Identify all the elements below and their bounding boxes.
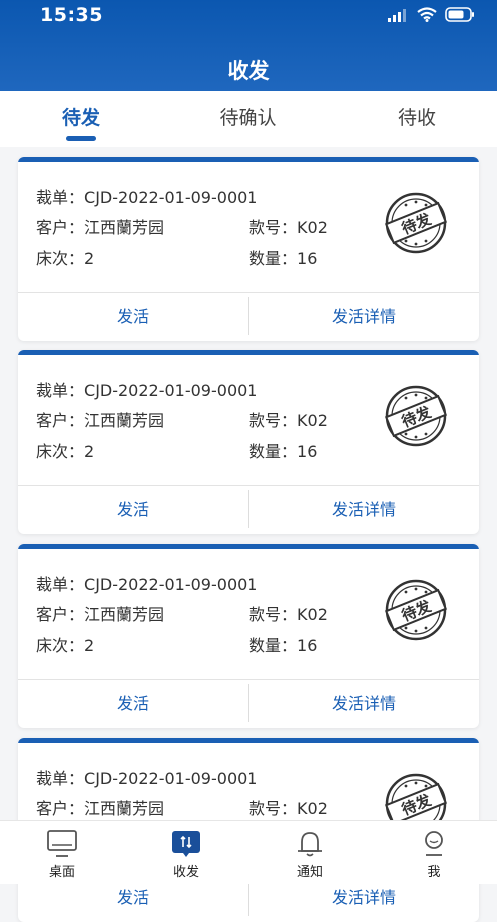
bed-no-row: 床次：2: [36, 438, 94, 462]
bed-no-value: 2: [84, 249, 95, 268]
nav-desktop[interactable]: 桌面: [12, 821, 112, 884]
bed-no-label: 床次：: [36, 636, 85, 655]
cut-order-value: CJD-2022-01-09-0001: [84, 381, 258, 400]
style-no-value: K02: [297, 799, 328, 818]
style-no-label: 款号：: [249, 218, 298, 237]
card-accent: [18, 157, 479, 162]
style-no-row: 款号：K02: [249, 407, 328, 431]
desktop-icon: [47, 830, 77, 857]
nav-notifications[interactable]: 通知: [260, 821, 360, 884]
status-time: 15:35: [40, 4, 103, 26]
card-accent: [18, 350, 479, 355]
nav-label: 我: [427, 865, 441, 880]
cut-order-value: CJD-2022-01-09-0001: [84, 188, 258, 207]
style-no-label: 款号：: [249, 411, 298, 430]
status-stamp-icon: 待发: [384, 192, 448, 254]
signal-icon: [388, 8, 406, 22]
card-accent: [18, 544, 479, 549]
send-work-button[interactable]: 发活: [18, 485, 248, 534]
quantity-row: 数量：16: [249, 245, 317, 269]
bell-icon: [298, 832, 322, 857]
nav-label: 桌面: [48, 865, 75, 880]
battery-icon: [445, 7, 474, 22]
nav-label: 收发: [172, 865, 199, 880]
bed-no-value: 2: [84, 442, 95, 461]
active-tab-indicator: [66, 136, 96, 141]
tab-pending-confirm[interactable]: 待确认: [188, 103, 308, 130]
quantity-value: 16: [297, 442, 318, 461]
style-no-value: K02: [297, 411, 328, 430]
wifi-icon: [417, 7, 437, 22]
bed-no-label: 床次：: [36, 442, 85, 461]
customer-row: 客户：江西蘭芳园: [36, 407, 164, 431]
tab-bar: 待发 待确认 待收: [0, 91, 497, 147]
send-details-button[interactable]: 发活详情: [249, 679, 479, 728]
send-work-button[interactable]: 发活: [18, 292, 248, 341]
quantity-label: 数量：: [249, 636, 298, 655]
customer-label: 客户：: [36, 218, 85, 237]
bed-no-label: 床次：: [36, 249, 85, 268]
cut-order-row: 裁单：CJD-2022-01-09-0001: [36, 765, 257, 789]
bottom-nav: 桌面 收发 通知 我: [0, 820, 497, 884]
nav-label: 通知: [296, 865, 323, 880]
bed-no-row: 床次：2: [36, 245, 94, 269]
order-card: 裁单：CJD-2022-01-09-0001 客户：江西蘭芳园 款号：K02 床…: [18, 350, 479, 534]
style-no-row: 款号：K02: [249, 795, 328, 819]
quantity-label: 数量：: [249, 442, 298, 461]
customer-value: 江西蘭芳园: [84, 218, 165, 237]
status-stamp-icon: 待发: [384, 579, 448, 641]
quantity-value: 16: [297, 249, 318, 268]
cut-order-row: 裁单：CJD-2022-01-09-0001: [36, 571, 257, 595]
customer-value: 江西蘭芳园: [84, 799, 165, 818]
cut-order-value: CJD-2022-01-09-0001: [84, 769, 258, 788]
order-card: 裁单：CJD-2022-01-09-0001 客户：江西蘭芳园 款号：K02 床…: [18, 157, 479, 341]
page-title: 收发: [227, 59, 270, 83]
send-details-button[interactable]: 发活详情: [249, 292, 479, 341]
quantity-row: 数量：16: [249, 632, 317, 656]
cut-order-row: 裁单：CJD-2022-01-09-0001: [36, 377, 257, 401]
status-icons: [387, 7, 475, 22]
style-no-row: 款号：K02: [249, 601, 328, 625]
status-stamp-icon: 待发: [384, 385, 448, 447]
tab-pending-send[interactable]: 待发: [21, 103, 141, 130]
quantity-row: 数量：16: [249, 438, 317, 462]
bed-no-value: 2: [84, 636, 95, 655]
app-header: 15:35 收发: [0, 0, 497, 91]
user-icon: [425, 831, 443, 856]
card-accent: [18, 738, 479, 743]
cut-order-label: 裁单：: [36, 381, 85, 400]
quantity-label: 数量：: [249, 249, 298, 268]
nav-transfer[interactable]: 收发: [136, 821, 236, 884]
style-no-label: 款号：: [249, 605, 298, 624]
style-no-value: K02: [297, 605, 328, 624]
customer-label: 客户：: [36, 605, 85, 624]
tab-pending-receive[interactable]: 待收: [357, 103, 477, 130]
customer-value: 江西蘭芳园: [84, 411, 165, 430]
cut-order-value: CJD-2022-01-09-0001: [84, 575, 258, 594]
cut-order-label: 裁单：: [36, 188, 85, 207]
style-no-value: K02: [297, 218, 328, 237]
status-bar: 15:35: [0, 0, 497, 34]
quantity-value: 16: [297, 636, 318, 655]
bed-no-row: 床次：2: [36, 632, 94, 656]
cut-order-row: 裁单：CJD-2022-01-09-0001: [36, 184, 257, 208]
transfer-icon: [172, 831, 200, 857]
cut-order-label: 裁单：: [36, 769, 85, 788]
customer-label: 客户：: [36, 799, 85, 818]
cut-order-label: 裁单：: [36, 575, 85, 594]
customer-row: 客户：江西蘭芳园: [36, 214, 164, 238]
order-card: 裁单：CJD-2022-01-09-0001 客户：江西蘭芳园 款号：K02 床…: [18, 544, 479, 728]
send-work-button[interactable]: 发活: [18, 679, 248, 728]
customer-row: 客户：江西蘭芳园: [36, 601, 164, 625]
style-no-label: 款号：: [249, 799, 298, 818]
customer-value: 江西蘭芳园: [84, 605, 165, 624]
nav-me[interactable]: 我: [384, 821, 484, 884]
send-details-button[interactable]: 发活详情: [249, 485, 479, 534]
style-no-row: 款号：K02: [249, 214, 328, 238]
customer-row: 客户：江西蘭芳园: [36, 795, 164, 819]
customer-label: 客户：: [36, 411, 85, 430]
